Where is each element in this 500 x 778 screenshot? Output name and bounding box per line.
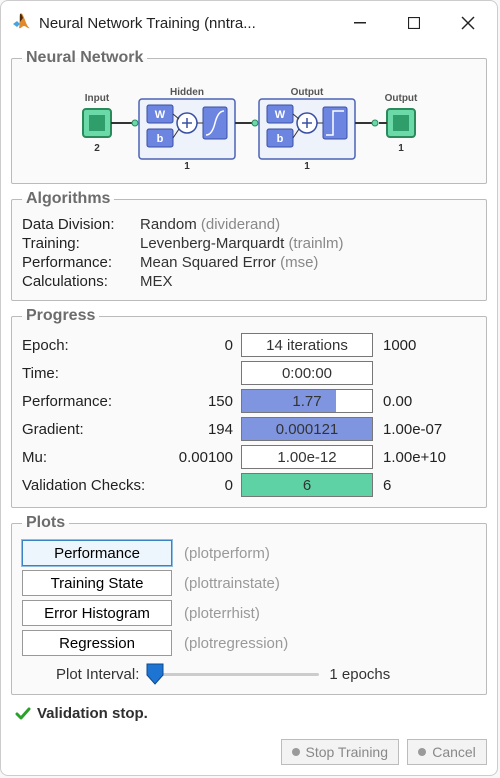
svg-text:Output: Output	[385, 93, 418, 104]
minimize-icon	[354, 17, 366, 29]
maximize-icon	[408, 17, 420, 29]
status-text: Validation stop.	[37, 705, 148, 722]
network-diagram: Input 2 Hidden W b	[22, 75, 476, 173]
svg-text:W: W	[155, 109, 166, 121]
status-row: Validation stop.	[11, 701, 487, 724]
plot-error-histogram-fn: (ploterrhist)	[184, 605, 260, 622]
plot-training-state-fn: (plottrainstate)	[184, 575, 280, 592]
algorithms-panel: Algorithms Data Division: Random (divide…	[11, 190, 487, 301]
svg-text:W: W	[275, 109, 286, 121]
mu-start: 0.00100	[167, 449, 241, 466]
svg-text:b: b	[277, 133, 284, 145]
slider-thumb-icon	[146, 663, 164, 685]
plots-panel: Plots Performance (plotperform) Training…	[11, 514, 487, 695]
gradient-label: Gradient:	[22, 421, 167, 438]
footer: Stop Training Cancel	[1, 733, 497, 775]
plot-interval-label: Plot Interval:	[56, 666, 139, 683]
close-icon	[461, 16, 475, 30]
svg-text:Hidden: Hidden	[170, 87, 204, 98]
plot-error-histogram-button[interactable]: Error Histogram	[22, 600, 172, 626]
gradient-bar: 0.000121	[241, 417, 373, 441]
titlebar: Neural Network Training (nntra...	[1, 1, 497, 45]
cancel-button[interactable]: Cancel	[407, 739, 487, 765]
record-dot-icon	[292, 748, 300, 756]
check-icon	[15, 706, 31, 722]
epoch-start: 0	[167, 337, 241, 354]
perf-bar: 1.77	[241, 389, 373, 413]
time-label: Time:	[22, 365, 167, 382]
matlab-icon	[11, 11, 31, 35]
plot-performance-button[interactable]: Performance	[22, 540, 172, 566]
minimize-button[interactable]	[337, 3, 383, 43]
performance-label: Performance:	[22, 254, 140, 271]
mu-label: Mu:	[22, 449, 167, 466]
performance-value: Mean Squared Error (mse)	[140, 254, 476, 271]
svg-text:b: b	[157, 133, 164, 145]
plot-performance-fn: (plotperform)	[184, 545, 270, 562]
data-division-value: Random (dividerand)	[140, 216, 476, 233]
plot-regression-fn: (plotregression)	[184, 635, 288, 652]
nntraintool-window: Neural Network Training (nntra... Neural…	[0, 0, 498, 776]
mu-end: 1.00e+10	[373, 449, 455, 466]
window-title: Neural Network Training (nntra...	[39, 15, 329, 32]
validation-end: 6	[373, 477, 455, 494]
perf-label: Performance:	[22, 393, 167, 410]
neural-network-panel: Neural Network Input 2 Hidden W	[11, 49, 487, 184]
epoch-end: 1000	[373, 337, 455, 354]
svg-text:1: 1	[184, 161, 190, 171]
neural-network-legend: Neural Network	[22, 49, 147, 67]
time-bar: 0:00:00	[241, 361, 373, 385]
svg-text:Input: Input	[85, 93, 110, 104]
epoch-label: Epoch:	[22, 337, 167, 354]
svg-text:1: 1	[398, 143, 404, 154]
training-label: Training:	[22, 235, 140, 252]
maximize-button[interactable]	[391, 3, 437, 43]
svg-text:Output: Output	[291, 87, 324, 98]
plot-training-state-button[interactable]: Training State	[22, 570, 172, 596]
stop-training-button[interactable]: Stop Training	[281, 739, 400, 765]
plot-interval-value: 1 epochs	[329, 666, 390, 683]
perf-start: 150	[167, 393, 241, 410]
calculations-value: MEX	[140, 273, 476, 290]
progress-legend: Progress	[22, 307, 99, 325]
data-division-label: Data Division:	[22, 216, 140, 233]
plot-interval-slider[interactable]	[149, 664, 319, 684]
perf-end: 0.00	[373, 393, 455, 410]
plot-regression-button[interactable]: Regression	[22, 630, 172, 656]
svg-text:1: 1	[304, 161, 310, 171]
record-dot-icon	[418, 748, 426, 756]
plots-legend: Plots	[22, 514, 69, 532]
calculations-label: Calculations:	[22, 273, 140, 290]
gradient-start: 194	[167, 421, 241, 438]
mu-bar: 1.00e-12	[241, 445, 373, 469]
svg-text:2: 2	[94, 143, 100, 154]
progress-panel: Progress Epoch: 0 14 iterations 1000 Tim…	[11, 307, 487, 508]
close-button[interactable]	[445, 3, 491, 43]
gradient-end: 1.00e-07	[373, 421, 455, 438]
training-value: Levenberg-Marquardt (trainlm)	[140, 235, 476, 252]
epoch-bar: 14 iterations	[241, 333, 373, 357]
algorithms-legend: Algorithms	[22, 190, 114, 208]
validation-start: 0	[167, 477, 241, 494]
validation-bar: 6	[241, 473, 373, 497]
validation-label: Validation Checks:	[22, 477, 167, 494]
